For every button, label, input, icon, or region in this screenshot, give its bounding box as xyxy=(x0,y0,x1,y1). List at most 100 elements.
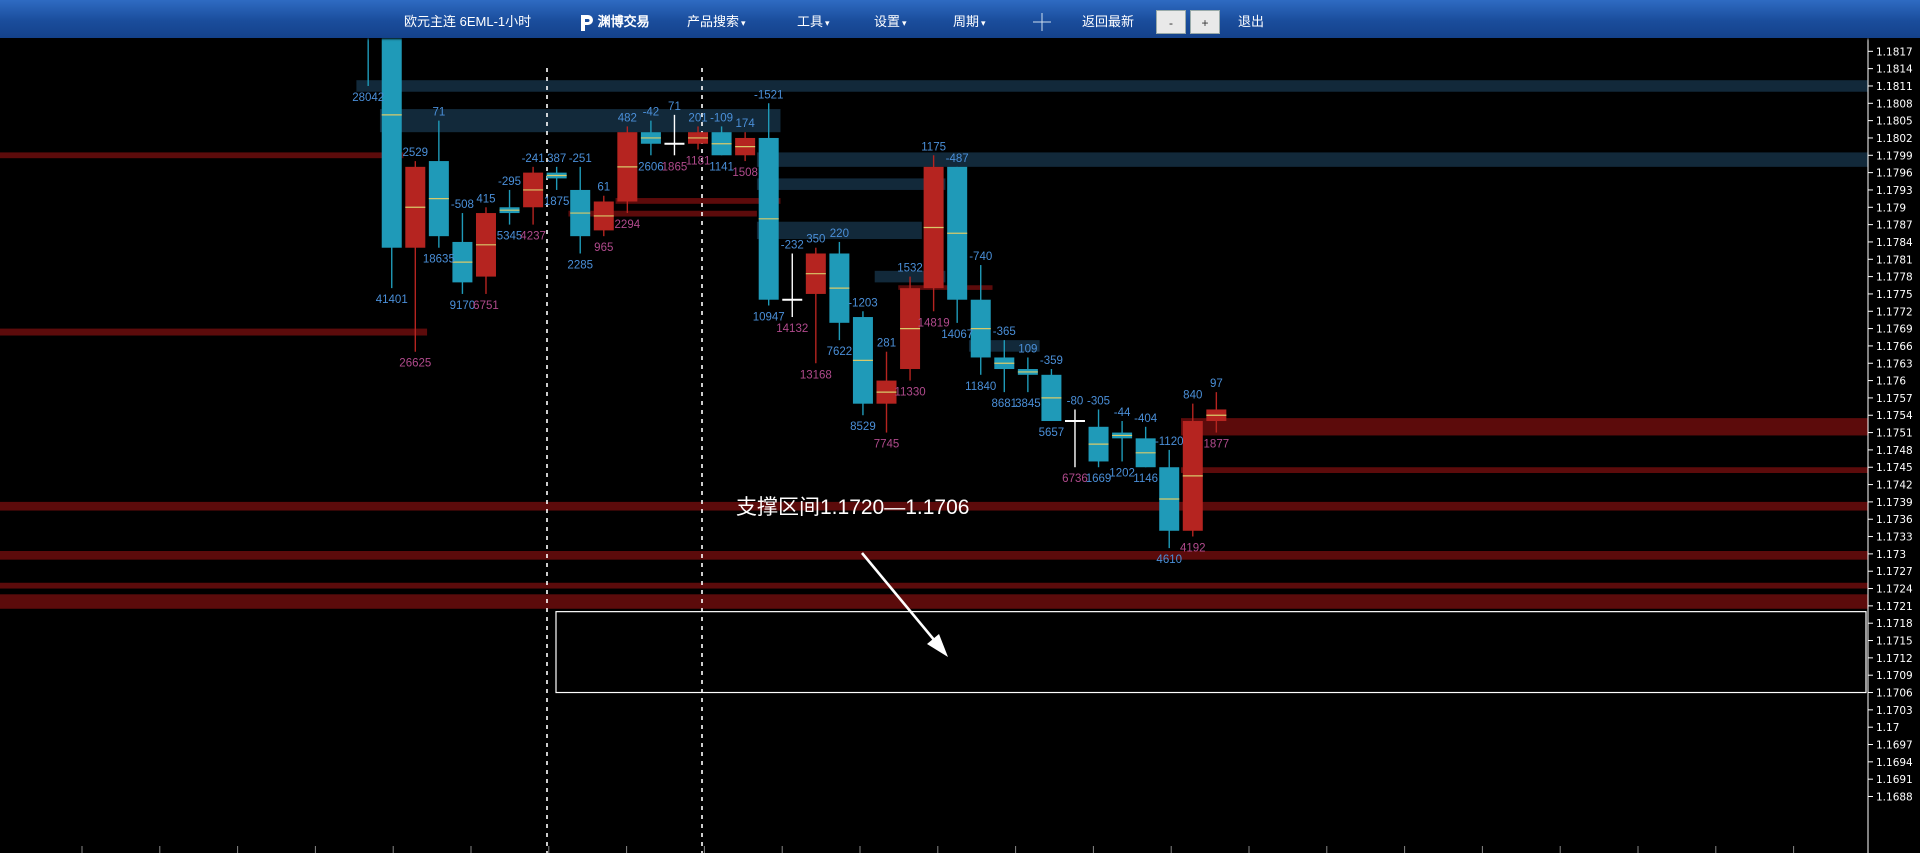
resistance-zone xyxy=(0,328,428,336)
volume-delta-label: 415 xyxy=(476,193,495,205)
settings-menu[interactable]: 设置 xyxy=(874,0,907,38)
resistance-zone xyxy=(0,550,1868,560)
volume-total-label: 4192 xyxy=(1180,543,1206,555)
price-tick-label: 1.1739 xyxy=(1876,497,1913,509)
price-tick-label: 1.1793 xyxy=(1876,185,1913,197)
zoom-out-button[interactable]: - xyxy=(1156,10,1186,34)
volume-total-label: 14819 xyxy=(918,317,950,329)
crosshair-glyph xyxy=(1033,13,1051,31)
price-tick-label: 1.17 xyxy=(1876,722,1899,734)
price-tick-label: 1.1706 xyxy=(1876,688,1913,700)
volume-total-label: 1202 xyxy=(1109,467,1135,479)
price-tick-label: 1.1787 xyxy=(1876,220,1913,232)
volume-delta-label: 71 xyxy=(432,107,445,119)
arrow-head xyxy=(927,634,948,657)
volume-delta-label: 482 xyxy=(618,112,637,124)
volume-total-label: 2606 xyxy=(638,161,664,173)
volume-total-label: 5657 xyxy=(1039,427,1065,439)
price-tick-label: 1.1691 xyxy=(1876,774,1913,786)
zoom-in-button[interactable]: + xyxy=(1190,10,1220,34)
crosshair-icon[interactable] xyxy=(1032,0,1052,38)
volume-total-label: 4610 xyxy=(1156,554,1182,566)
volume-total-label: 1181 xyxy=(686,156,711,168)
volume-total-label: 965 xyxy=(594,242,613,254)
support-zone-box xyxy=(555,611,1867,694)
price-tick-label: 1.1688 xyxy=(1876,792,1913,804)
volume-total-label: 13168 xyxy=(800,369,832,381)
volume-delta-label: -508 xyxy=(451,199,474,211)
volume-total-label: 6736 xyxy=(1062,473,1088,485)
price-tick-label: 1.1811 xyxy=(1876,81,1913,93)
price-tick-label: 1.1784 xyxy=(1876,237,1913,249)
volume-delta-label: -241 xyxy=(522,153,545,165)
candlestick-chart[interactable]: 129948496768128042414012529266257118635-… xyxy=(0,0,1920,853)
resistance-zone xyxy=(0,152,404,159)
volume-delta-label: 109 xyxy=(1018,343,1037,355)
instrument-title: 欧元主连 6EML-1小时 xyxy=(404,14,532,29)
volume-delta-label: -109 xyxy=(710,112,733,124)
volume-delta-label: -1203 xyxy=(848,297,877,309)
price-tick-label: 1.1751 xyxy=(1876,428,1913,440)
volume-zone xyxy=(356,80,1868,92)
price-tick-label: 1.1697 xyxy=(1876,740,1913,752)
volume-delta-label: 71 xyxy=(668,101,681,113)
price-tick-label: 1.1799 xyxy=(1876,150,1913,162)
volume-total-label: 1141 xyxy=(709,161,734,173)
price-tick-label: 1.1733 xyxy=(1876,532,1913,544)
resistance-zone xyxy=(1181,418,1868,436)
volume-total-label: 41401 xyxy=(376,294,408,306)
volume-total-label: 1146 xyxy=(1133,473,1158,485)
volume-delta-label: -80 xyxy=(1067,395,1084,407)
price-tick-label: 1.1718 xyxy=(1876,618,1913,630)
volume-delta-label: 2529 xyxy=(403,147,429,159)
volume-delta-label: 174 xyxy=(736,118,756,130)
price-tick-label: 1.179 xyxy=(1876,202,1906,214)
volume-total-label: 2285 xyxy=(567,259,593,271)
volume-delta-label: 1175 xyxy=(921,141,946,153)
toolbar: 欧元主连 6EML-1小时 渊博交易 产品搜索 工具 设置 周期 返回最新 - … xyxy=(0,0,1920,38)
logo: 渊博交易 xyxy=(578,11,650,33)
price-tick-label: 1.1814 xyxy=(1876,64,1913,76)
volume-delta-label: -251 xyxy=(569,153,592,165)
price-tick-label: 1.1763 xyxy=(1876,358,1913,370)
price-tick-label: 1.1694 xyxy=(1876,757,1913,769)
volume-delta-label: -1521 xyxy=(754,89,783,101)
volume-total-label: 3845 xyxy=(1015,398,1041,410)
volume-delta-label: -365 xyxy=(993,326,1016,338)
volume-total-label: 9170 xyxy=(450,300,476,312)
period-menu[interactable]: 周期 xyxy=(953,0,986,38)
price-tick-label: 1.1715 xyxy=(1876,636,1913,648)
price-tick-label: 1.1772 xyxy=(1876,306,1913,318)
volume-total-label: 1669 xyxy=(1086,473,1112,485)
price-tick-label: 1.173 xyxy=(1876,549,1906,561)
price-tick-label: 1.1757 xyxy=(1876,393,1913,405)
price-tick-label: 1.1745 xyxy=(1876,462,1913,474)
exit-button[interactable]: 退出 xyxy=(1238,0,1264,38)
price-tick-label: 1.1727 xyxy=(1876,566,1913,578)
volume-delta-label: -295 xyxy=(498,176,521,188)
price-tick-label: 1.1703 xyxy=(1876,705,1913,717)
volume-total-label: 1877 xyxy=(1204,439,1230,451)
support-zone-annotation: 支撑区间1.1720—1.1706 xyxy=(736,496,970,519)
volume-total-label: 26625 xyxy=(399,358,431,370)
product-search-menu[interactable]: 产品搜索 xyxy=(687,0,746,38)
price-tick-label: 1.1742 xyxy=(1876,480,1913,492)
volume-delta-label: -740 xyxy=(969,251,992,263)
volume-delta-label: -42 xyxy=(643,107,660,119)
volume-total-label: 1508 xyxy=(732,167,758,179)
volume-delta-label: -232 xyxy=(781,239,804,251)
back-to-latest-button[interactable]: 返回最新 xyxy=(1082,0,1134,38)
resistance-zone xyxy=(0,594,1868,609)
volume-total-label: 14132 xyxy=(776,323,808,335)
volume-delta-label: -44 xyxy=(1114,407,1131,419)
price-tick-label: 1.1808 xyxy=(1876,98,1913,110)
price-tick-label: 1.1724 xyxy=(1876,584,1913,596)
volume-delta-label: 281 xyxy=(877,338,896,350)
price-tick-label: 1.1802 xyxy=(1876,133,1913,145)
tools-menu[interactable]: 工具 xyxy=(797,0,830,38)
volume-delta-label: -404 xyxy=(1134,413,1158,425)
price-tick-label: 1.1712 xyxy=(1876,653,1913,665)
price-tick-label: 1.1781 xyxy=(1876,254,1913,266)
volume-total-label: 8529 xyxy=(850,421,876,433)
volume-total-label: 8681 xyxy=(992,398,1018,410)
